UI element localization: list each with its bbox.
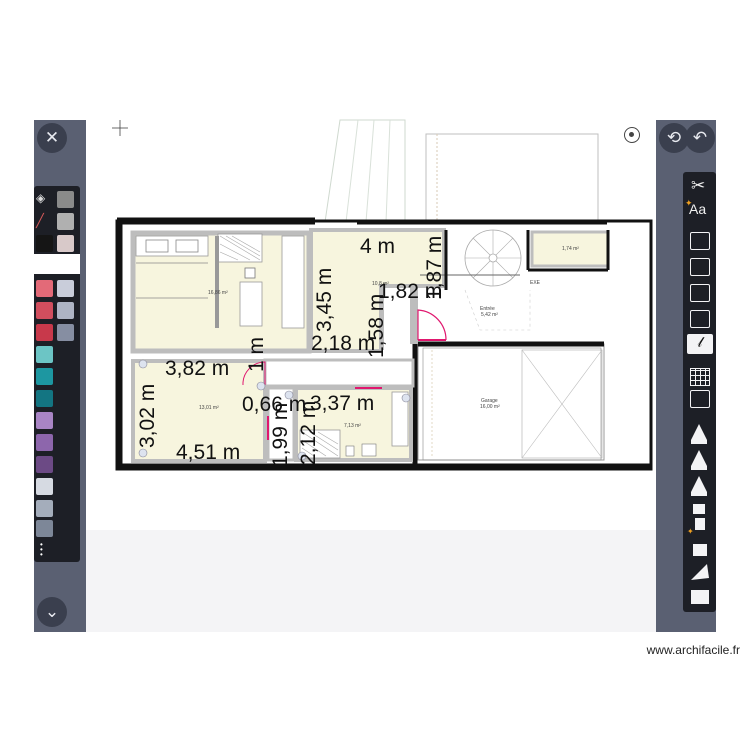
eraser-icon: ⟲	[666, 128, 682, 147]
color-swatch[interactable]	[57, 280, 74, 297]
color-swatch[interactable]	[36, 520, 53, 537]
grid-tool-icon[interactable]	[690, 368, 710, 386]
dimension-label[interactable]: 4,51 m	[176, 442, 240, 463]
dimension-label[interactable]: 2,12 m	[297, 401, 320, 465]
color-swatch[interactable]	[36, 456, 53, 473]
scissors-icon[interactable]: ✂	[691, 176, 705, 196]
undo-button[interactable]: ↶	[685, 123, 715, 153]
room-area-label: 13,01 m²	[199, 405, 219, 411]
color-swatch[interactable]	[57, 213, 74, 230]
color-swatch[interactable]	[57, 235, 74, 252]
room-area-label: 1,74 m²	[562, 246, 579, 252]
room-garage	[417, 343, 605, 461]
close-button[interactable]: ✕	[37, 123, 67, 153]
color-swatch[interactable]	[36, 235, 53, 252]
room-area-label: 5,42 m²	[481, 312, 498, 318]
color-swatch[interactable]	[36, 390, 53, 407]
color-swatch[interactable]	[36, 302, 53, 319]
color-swatch[interactable]	[57, 324, 74, 341]
color-swatch[interactable]	[36, 346, 53, 363]
compass-icon	[112, 120, 128, 136]
floor-plan[interactable]	[0, 0, 750, 750]
color-swatch[interactable]	[36, 500, 53, 517]
pencil-set[interactable]: ✦	[683, 420, 716, 610]
dimension-label[interactable]: 3,02 m	[136, 384, 159, 448]
chevron-down-icon: ⌄	[44, 602, 60, 621]
rectangle-tool[interactable]	[690, 310, 710, 328]
svg-text:✦: ✦	[687, 527, 694, 536]
dimension-label[interactable]: 3,45 m	[313, 268, 336, 332]
small-label: EXE	[530, 280, 541, 286]
color-swatch[interactable]	[57, 302, 74, 319]
dimension-label[interactable]: 4 m	[360, 236, 395, 257]
color-swatch[interactable]	[36, 434, 53, 451]
undo-icon: ↶	[692, 128, 708, 147]
curve-tool[interactable]: 𝓁	[687, 334, 713, 354]
recenter-icon[interactable]	[624, 127, 640, 143]
color-swatch[interactable]	[57, 191, 74, 208]
text-tool[interactable]: ✦ Aa	[685, 198, 706, 217]
color-swatch[interactable]	[36, 280, 53, 297]
sparkle-icon: ✦	[685, 198, 693, 208]
room-entree	[462, 290, 544, 332]
dimension-label[interactable]: 1,99 m	[269, 403, 292, 467]
white-band	[34, 254, 80, 274]
color-swatch[interactable]	[36, 478, 53, 495]
color-swatch[interactable]	[36, 412, 53, 429]
dimension-label[interactable]: 2,18 m	[311, 333, 375, 354]
room-area-label: 16,86 m²	[208, 290, 228, 296]
rectangle-tool[interactable]	[690, 258, 710, 276]
layers-icon[interactable]: ◈	[36, 191, 52, 207]
rectangle-tool[interactable]	[690, 232, 710, 250]
pen-icon[interactable]: ╱	[36, 213, 52, 229]
more-colors-icon[interactable]: • • •	[40, 541, 43, 559]
door-swing-1	[417, 309, 447, 341]
document-icon[interactable]	[690, 390, 710, 408]
dimension-label[interactable]: 3,82 m	[165, 358, 229, 379]
room-area-label: 16,00 m²	[480, 404, 500, 410]
close-icon: ✕	[44, 128, 60, 147]
corridor	[263, 358, 415, 388]
rectangle-tool[interactable]	[690, 284, 710, 302]
color-swatch[interactable]	[36, 368, 53, 385]
dimension-label[interactable]: 1 m	[245, 337, 268, 372]
color-swatch[interactable]	[36, 324, 53, 341]
collapse-button[interactable]: ⌄	[37, 597, 67, 627]
watermark: www.archifacile.fr	[646, 643, 740, 657]
terrace-outline	[425, 133, 599, 221]
garden-path	[324, 119, 406, 223]
room-area-label: 7,13 m²	[344, 423, 361, 429]
